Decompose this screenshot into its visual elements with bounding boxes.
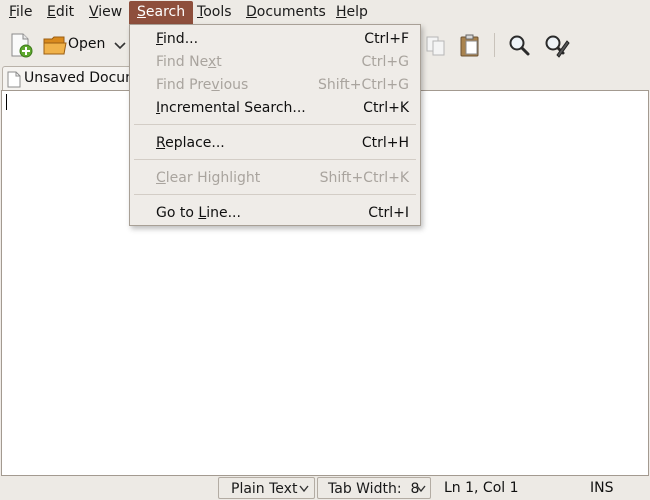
menu-separator <box>134 124 416 125</box>
tab-width-label: Tab Width: 8 <box>328 481 420 497</box>
menu-item-label: Find... <box>156 31 199 47</box>
new-document-button[interactable] <box>8 31 34 59</box>
menu-item-label: Incremental Search... <box>156 100 306 116</box>
document-icon <box>7 71 21 88</box>
chevron-down-icon[interactable] <box>114 41 126 51</box>
find-button[interactable] <box>506 31 532 59</box>
insert-mode: INS <box>590 480 614 496</box>
menu-item-label: Find Next <box>156 54 222 70</box>
menu-edit[interactable]: Edit <box>39 1 82 24</box>
tab-width-selector[interactable]: Tab Width: 8 <box>317 477 431 499</box>
chevron-down-icon <box>416 485 426 493</box>
paste-icon <box>460 34 479 57</box>
text-cursor <box>6 94 7 110</box>
language-selector[interactable]: Plain Text <box>218 477 315 499</box>
menu-view[interactable]: View <box>81 1 130 24</box>
tab-label: Unsaved Docum <box>24 70 139 86</box>
toolbar-separator <box>494 33 495 57</box>
menu-item-incremental-search[interactable]: Incremental Search... Ctrl+K <box>130 97 420 119</box>
folder-icon <box>43 36 67 55</box>
copy-icon <box>426 36 445 56</box>
menu-item-shortcut: Ctrl+G <box>361 54 410 70</box>
search-menu: Find... Ctrl+F Find Next Ctrl+G Find Pre… <box>129 24 421 226</box>
chevron-down-icon <box>299 485 309 493</box>
menu-item-shortcut: Ctrl+F <box>364 31 409 47</box>
menu-item-shortcut: Ctrl+I <box>368 205 409 221</box>
menu-item-label: Find Previous <box>156 77 249 93</box>
menu-item-shortcut: Ctrl+K <box>363 100 409 116</box>
menu-separator <box>134 159 416 160</box>
menu-help[interactable]: Help <box>328 1 376 24</box>
menu-file[interactable]: File <box>1 1 40 24</box>
menu-item-go-to-line[interactable]: Go to Line... Ctrl+I <box>130 202 420 224</box>
menu-item-label: Go to Line... <box>156 205 241 221</box>
copy-button[interactable] <box>424 31 448 59</box>
cursor-position: Ln 1, Col 1 <box>444 480 519 496</box>
status-bar: Plain Text Tab Width: 8 Ln 1, Col 1 INS <box>0 476 650 500</box>
menu-item-clear-highlight[interactable]: Clear Highlight Shift+Ctrl+K <box>130 167 420 189</box>
find-replace-icon <box>545 35 570 58</box>
open-button-label: Open <box>68 36 106 52</box>
menu-search[interactable]: Search <box>129 1 194 24</box>
menu-tools[interactable]: Tools <box>189 1 240 24</box>
menu-item-shortcut: Ctrl+H <box>361 135 409 151</box>
language-label: Plain Text <box>231 481 298 497</box>
tab-unsaved-document[interactable]: Unsaved Docum <box>2 66 142 91</box>
open-button[interactable]: Open <box>42 31 128 59</box>
menu-separator <box>134 194 416 195</box>
menu-item-shortcut: Shift+Ctrl+K <box>319 170 409 186</box>
new-document-icon <box>11 33 33 58</box>
magnifier-icon <box>509 35 530 56</box>
menu-item-find-next[interactable]: Find Next Ctrl+G <box>130 51 420 73</box>
menu-item-shortcut: Shift+Ctrl+G <box>317 77 409 93</box>
menu-item-label: Replace... <box>156 135 225 151</box>
menu-item-label: Clear Highlight <box>156 170 261 186</box>
menu-documents[interactable]: Documents <box>238 1 334 24</box>
menu-item-find[interactable]: Find... Ctrl+F <box>130 28 420 50</box>
menu-item-find-previous[interactable]: Find Previous Shift+Ctrl+G <box>130 74 420 96</box>
menu-bar: File Edit View Search Tools Documents He… <box>0 0 650 25</box>
find-replace-button[interactable] <box>542 31 570 59</box>
paste-button[interactable] <box>457 31 483 59</box>
menu-item-replace[interactable]: Replace... Ctrl+H <box>130 132 420 154</box>
